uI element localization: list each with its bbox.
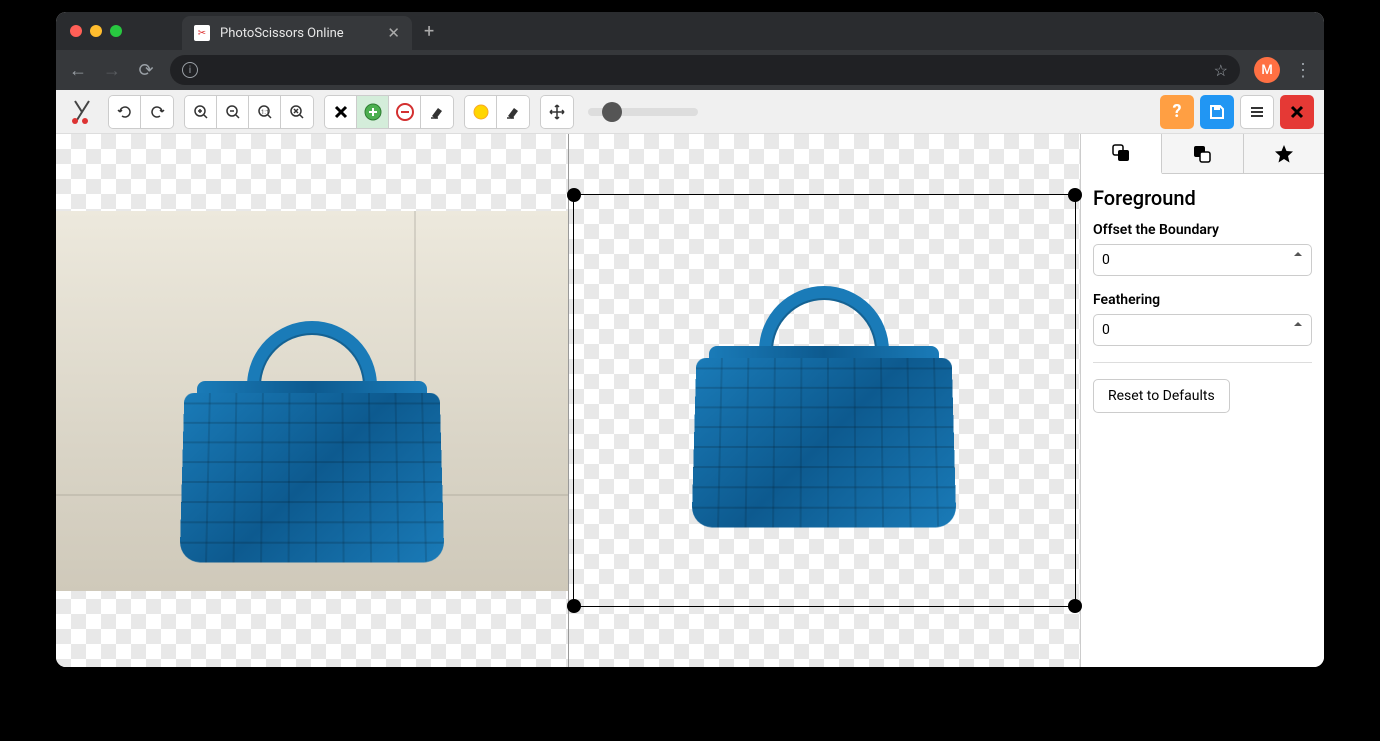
slider-thumb[interactable] bbox=[602, 102, 622, 122]
sidebar: Foreground Offset the Boundary Featherin… bbox=[1080, 134, 1324, 667]
feather-label: Feathering bbox=[1093, 292, 1312, 308]
hamburger-menu-button[interactable] bbox=[1240, 95, 1274, 129]
offset-label: Offset the Boundary bbox=[1093, 222, 1312, 238]
crop-handle-top-right[interactable] bbox=[1068, 188, 1082, 202]
pan-button[interactable] bbox=[541, 96, 573, 128]
app-toolbar: 1:1 ? bbox=[56, 90, 1324, 134]
background-marker-button[interactable] bbox=[389, 96, 421, 128]
history-group bbox=[108, 95, 174, 129]
zoom-group: 1:1 bbox=[184, 95, 314, 129]
zoom-actual-button[interactable] bbox=[281, 96, 313, 128]
result-panel[interactable] bbox=[569, 134, 1081, 667]
sidebar-body: Foreground Offset the Boundary Featherin… bbox=[1081, 174, 1324, 425]
highlight-marker-button[interactable] bbox=[465, 96, 497, 128]
tab-foreground[interactable] bbox=[1081, 134, 1162, 174]
browser-toolbar: ← → ⟳ i ☆ M ⋮ bbox=[56, 50, 1324, 90]
redo-button[interactable] bbox=[141, 96, 173, 128]
site-info-icon[interactable]: i bbox=[182, 62, 198, 78]
close-app-button[interactable] bbox=[1280, 95, 1314, 129]
bookmark-star-icon[interactable]: ☆ bbox=[1214, 61, 1228, 80]
back-button[interactable]: ← bbox=[68, 60, 88, 81]
feather-select[interactable] bbox=[1093, 314, 1312, 346]
app-window: ✂ PhotoScissors Online ✕ + ← → ⟳ i ☆ M ⋮… bbox=[56, 12, 1324, 667]
crop-handle-bottom-left[interactable] bbox=[567, 599, 581, 613]
foreground-marker-button[interactable] bbox=[357, 96, 389, 128]
tab-effects[interactable] bbox=[1244, 134, 1324, 173]
zoom-out-button[interactable] bbox=[217, 96, 249, 128]
favicon-icon: ✂ bbox=[194, 25, 210, 41]
offset-select[interactable] bbox=[1093, 244, 1312, 276]
new-tab-button[interactable]: + bbox=[424, 21, 434, 42]
toolbar-right: ? bbox=[1160, 95, 1314, 129]
profile-avatar[interactable]: M bbox=[1254, 57, 1280, 83]
brush-size-slider[interactable] bbox=[588, 108, 698, 116]
tab-title: PhotoScissors Online bbox=[220, 26, 377, 41]
canvas-area bbox=[56, 134, 1080, 667]
address-bar[interactable]: i ☆ bbox=[170, 55, 1240, 85]
app-logo-icon bbox=[66, 96, 98, 128]
marker-group bbox=[324, 95, 454, 129]
cutout-result bbox=[684, 286, 964, 526]
minimize-window-button[interactable] bbox=[90, 25, 102, 37]
handbag-subject bbox=[172, 321, 452, 561]
tab-background[interactable] bbox=[1162, 134, 1243, 173]
content-area: Foreground Offset the Boundary Featherin… bbox=[56, 134, 1324, 667]
close-window-button[interactable] bbox=[70, 25, 82, 37]
zoom-fit-button[interactable]: 1:1 bbox=[249, 96, 281, 128]
help-button[interactable]: ? bbox=[1160, 95, 1194, 129]
zoom-in-button[interactable] bbox=[185, 96, 217, 128]
svg-text:1:1: 1:1 bbox=[261, 109, 269, 116]
pan-group bbox=[540, 95, 574, 129]
original-panel[interactable] bbox=[56, 134, 569, 667]
forward-button[interactable]: → bbox=[102, 60, 122, 81]
eraser-button[interactable] bbox=[421, 96, 453, 128]
close-tab-button[interactable]: ✕ bbox=[387, 24, 400, 42]
divider bbox=[1093, 362, 1312, 363]
crop-handle-top-left[interactable] bbox=[567, 188, 581, 202]
window-controls bbox=[70, 25, 122, 37]
highlight-group bbox=[464, 95, 530, 129]
highlight-eraser-button[interactable] bbox=[497, 96, 529, 128]
reset-defaults-button[interactable]: Reset to Defaults bbox=[1093, 379, 1230, 413]
titlebar: ✂ PhotoScissors Online ✕ + bbox=[56, 12, 1324, 50]
save-button[interactable] bbox=[1200, 95, 1234, 129]
clear-marks-button[interactable] bbox=[325, 96, 357, 128]
undo-button[interactable] bbox=[109, 96, 141, 128]
sidebar-tabs bbox=[1081, 134, 1324, 174]
maximize-window-button[interactable] bbox=[110, 25, 122, 37]
reload-button[interactable]: ⟳ bbox=[136, 60, 156, 81]
browser-menu-button[interactable]: ⋮ bbox=[1294, 60, 1312, 81]
sidebar-title: Foreground bbox=[1093, 186, 1312, 210]
crop-handle-bottom-right[interactable] bbox=[1068, 599, 1082, 613]
browser-tab[interactable]: ✂ PhotoScissors Online ✕ bbox=[182, 16, 412, 50]
original-image bbox=[56, 211, 568, 591]
